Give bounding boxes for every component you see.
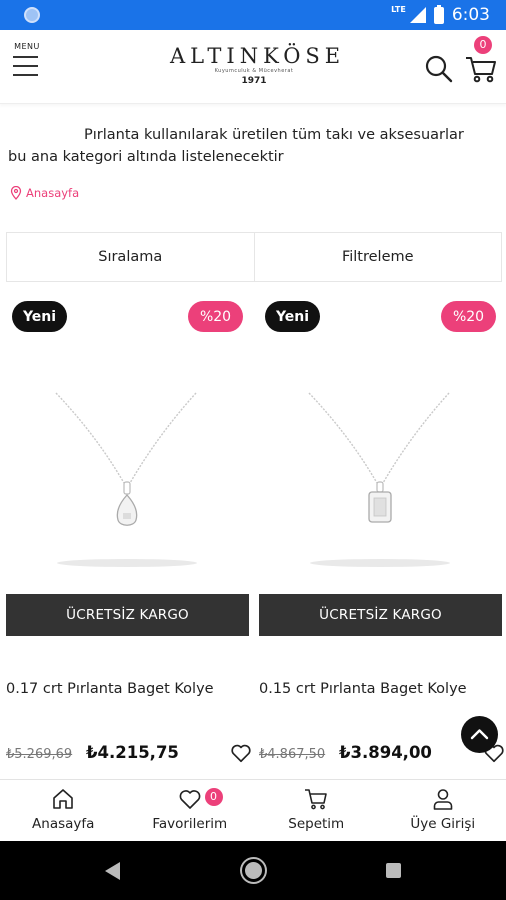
menu-button[interactable]: MENU <box>10 42 44 88</box>
discount-badge: %20 <box>188 301 243 332</box>
category-description: Pırlanta kullanılarak üretilen tüm takı … <box>0 124 506 168</box>
product-name[interactable]: 0.17 crt Pırlanta Baget Kolye <box>6 681 214 697</box>
heart-icon <box>231 744 251 763</box>
recent-apps-icon[interactable] <box>386 863 401 878</box>
product-card[interactable]: Yeni %20 ÜCRETSİZ KARGO 0.17 crt Pırlant… <box>6 295 252 775</box>
logo[interactable]: ALTINKÖSE Kuyumculuk & Mücevherat 1971 <box>170 44 346 92</box>
nav-home[interactable]: Anasayfa <box>0 780 127 841</box>
discount-badge: %20 <box>441 301 496 332</box>
nav-cart-label: Sepetim <box>288 816 345 832</box>
favorites-count-badge: 0 <box>204 788 223 806</box>
hamburger-icon <box>13 56 44 76</box>
product-image[interactable] <box>6 365 249 580</box>
network-type: LTE <box>391 4 406 14</box>
notification-icon <box>24 7 40 23</box>
free-shipping-banner: ÜCRETSİZ KARGO <box>259 594 502 636</box>
status-bar: LTE 6:03 <box>0 0 506 30</box>
old-price: ₺4.867,50 <box>259 747 326 762</box>
breadcrumb-home[interactable]: Anasayfa <box>26 186 79 200</box>
description-line-1: Pırlanta kullanılarak üretilen tüm takı … <box>84 127 464 143</box>
cart-icon <box>466 57 496 83</box>
cart-count-badge: 0 <box>474 36 492 54</box>
product-image[interactable] <box>259 365 502 580</box>
nav-login-label: Üye Girişi <box>410 816 476 832</box>
cart-button[interactable] <box>464 52 498 84</box>
current-price: ₺4.215,75 <box>86 743 179 762</box>
new-badge: Yeni <box>265 301 320 332</box>
cart-icon <box>305 789 328 810</box>
battery-icon <box>433 4 444 24</box>
logo-text: ALTINKÖSE <box>170 44 346 68</box>
menu-label: MENU <box>14 42 40 51</box>
location-pin-icon <box>10 186 22 200</box>
free-shipping-banner: ÜCRETSİZ KARGO <box>6 594 249 636</box>
bottom-navigation: Anasayfa 0 Favorilerim Sepetim Üye Giriş… <box>0 779 506 841</box>
sort-button[interactable]: Sıralama <box>7 233 254 281</box>
home-circle-icon[interactable] <box>242 859 265 882</box>
new-badge: Yeni <box>12 301 67 332</box>
description-line-2: bu ana kategori altında listelenecektir <box>8 149 284 165</box>
heart-icon <box>179 790 201 809</box>
signal-icon <box>409 7 426 23</box>
chevron-up-icon <box>470 729 489 740</box>
logo-tagline: Kuyumculuk & Mücevherat <box>214 68 294 74</box>
nav-favorites-label: Favorilerim <box>152 816 228 832</box>
search-button[interactable] <box>424 54 454 84</box>
system-navigation-bar <box>0 841 506 900</box>
user-icon <box>433 789 453 810</box>
nav-favorites[interactable]: 0 Favorilerim <box>127 780 254 841</box>
back-icon[interactable] <box>105 862 120 880</box>
scroll-to-top-button[interactable] <box>461 716 498 753</box>
add-to-favorites-button[interactable] <box>230 742 252 764</box>
logo-year: 1971 <box>241 76 267 86</box>
nav-login[interactable]: Üye Girişi <box>380 780 506 841</box>
current-price: ₺3.894,00 <box>339 743 432 762</box>
app-header: MENU ALTINKÖSE Kuyumculuk & Mücevherat 1… <box>0 30 506 104</box>
product-card[interactable]: Yeni %20 ÜCRETSİZ KARGO 0.15 crt Pırlant… <box>259 295 504 775</box>
nav-cart[interactable]: Sepetim <box>253 780 380 841</box>
product-name[interactable]: 0.15 crt Pırlanta Baget Kolye <box>259 681 467 697</box>
status-time: 6:03 <box>451 5 490 25</box>
old-price: ₺5.269,69 <box>6 747 73 762</box>
home-icon <box>53 789 74 809</box>
nav-home-label: Anasayfa <box>32 816 95 832</box>
sort-filter-bar: Sıralama Filtreleme <box>6 232 502 282</box>
filter-button[interactable]: Filtreleme <box>253 233 502 281</box>
breadcrumb[interactable]: Anasayfa <box>10 186 79 200</box>
search-icon <box>425 55 453 83</box>
